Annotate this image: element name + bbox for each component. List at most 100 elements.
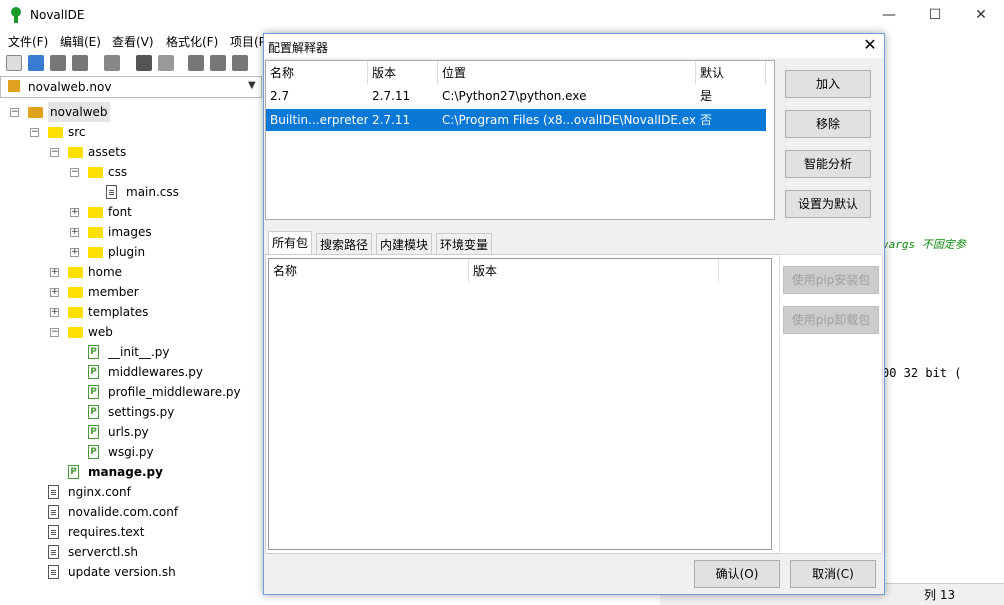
table-row[interactable]: Builtin...erpreter 2.7.11 C:\Program Fil… xyxy=(266,109,766,131)
tree-item[interactable]: Purls.py xyxy=(0,422,262,442)
find-icon[interactable] xyxy=(136,55,152,71)
tree-item-label: css xyxy=(108,165,128,179)
maximize-button[interactable]: ☐ xyxy=(912,0,958,30)
ok-button[interactable]: 确认(O) xyxy=(694,560,780,588)
collapse-icon[interactable]: − xyxy=(70,168,79,177)
output-text: 00 32 bit ( xyxy=(882,366,962,380)
menu-project[interactable]: 项目(P xyxy=(230,33,266,50)
tree-item[interactable]: P __init__.py xyxy=(0,342,262,362)
tree-item[interactable]: update version.sh xyxy=(0,562,262,582)
tree-item-label: wsgi.py xyxy=(108,445,154,459)
collapse-icon[interactable]: − xyxy=(50,328,59,337)
tree-item[interactable]: − web xyxy=(0,322,262,342)
python-file-icon: P xyxy=(88,345,99,359)
save-all-icon[interactable] xyxy=(72,55,88,71)
tab-all-packages[interactable]: 所有包 xyxy=(268,231,313,255)
tree-item[interactable]: − assets xyxy=(0,142,262,162)
print-icon[interactable] xyxy=(104,55,120,71)
tree-item[interactable]: main.css xyxy=(0,182,262,202)
tree-item[interactable]: Pwsgi.py xyxy=(0,442,262,462)
tree-item[interactable]: serverctl.sh xyxy=(0,542,262,562)
pip-install-button[interactable]: 使用pip安装包 xyxy=(783,266,879,294)
tree-item[interactable]: nginx.conf xyxy=(0,482,262,502)
smart-analyze-button[interactable]: 智能分析 xyxy=(785,150,871,178)
tree-item[interactable]: + images xyxy=(0,222,262,242)
copy-icon[interactable] xyxy=(210,55,226,71)
maximize-icon: ☐ xyxy=(928,7,942,23)
close-window-button[interactable]: ✕ xyxy=(958,0,1004,30)
tree-item[interactable]: + member xyxy=(0,282,262,302)
tree-item-label: nginx.conf xyxy=(68,485,131,499)
interpreter-list: 名称 版本 位置 默认 2.7 2.7.11 C:\Python27\pytho… xyxy=(265,60,775,220)
tree-item-label: assets xyxy=(88,145,127,159)
expand-icon[interactable]: + xyxy=(70,208,79,217)
cell-location: C:\Python27\python.exe xyxy=(442,89,587,103)
tree-item-label: __init__.py xyxy=(108,345,170,359)
new-file-icon[interactable] xyxy=(6,55,22,71)
chevron-down-icon[interactable]: ▼ xyxy=(248,80,256,91)
tree-item-label: templates xyxy=(88,305,149,319)
paste-icon[interactable] xyxy=(232,55,248,71)
menu-file[interactable]: 文件(F) xyxy=(8,33,48,50)
expand-icon[interactable]: + xyxy=(50,268,59,277)
tree-item-label: settings.py xyxy=(108,405,175,419)
tree-item[interactable]: − novalweb xyxy=(0,102,262,122)
expand-icon[interactable]: + xyxy=(70,228,79,237)
tree-item[interactable]: + home xyxy=(0,262,262,282)
tab-builtin-modules[interactable]: 内建模块 xyxy=(376,233,433,255)
menu-view[interactable]: 查看(V) xyxy=(112,33,154,50)
expand-icon[interactable]: + xyxy=(70,248,79,257)
add-button[interactable]: 加入 xyxy=(785,70,871,98)
collapse-icon[interactable]: − xyxy=(10,108,19,117)
minimize-button[interactable]: — xyxy=(866,0,912,30)
set-default-button[interactable]: 设置为默认 xyxy=(785,190,871,218)
tree-item[interactable]: Pprofile_middleware.py xyxy=(0,382,262,402)
open-file-icon[interactable] xyxy=(28,55,44,71)
menu-format[interactable]: 格式化(F) xyxy=(166,33,218,50)
remove-button[interactable]: 移除 xyxy=(785,110,871,138)
cell-name: 2.7 xyxy=(270,89,290,103)
tree-item-label: novalide.com.conf xyxy=(68,505,179,519)
column-header-location[interactable]: 位置 xyxy=(438,61,696,85)
tree-item[interactable]: requires.text xyxy=(0,522,262,542)
expand-icon[interactable]: + xyxy=(50,308,59,317)
dialog-title: 配置解释器 xyxy=(268,41,329,55)
preview-icon[interactable] xyxy=(158,55,174,71)
tree-item[interactable]: novalide.com.conf xyxy=(0,502,262,522)
cut-icon[interactable] xyxy=(188,55,204,71)
pip-uninstall-button[interactable]: 使用pip卸载包 xyxy=(783,306,879,334)
collapse-icon[interactable]: − xyxy=(30,128,39,137)
tab-environment[interactable]: 环境变量 xyxy=(436,233,493,255)
column-header-name[interactable]: 名称 xyxy=(269,259,469,283)
folder-icon xyxy=(68,287,83,298)
tree-item[interactable]: Psettings.py xyxy=(0,402,262,422)
column-header-name[interactable]: 名称 xyxy=(266,61,368,85)
tree-item[interactable]: + templates xyxy=(0,302,262,322)
column-header-version[interactable]: 版本 xyxy=(368,61,438,85)
tree-item-label: home xyxy=(88,265,123,279)
expand-icon[interactable]: + xyxy=(50,288,59,297)
configure-interpreter-dialog: 配置解释器 ✕ 名称 版本 位置 默认 2.7 2.7.11 C:\Python… xyxy=(263,33,885,595)
dialog-close-button[interactable]: ✕ xyxy=(860,36,880,56)
cancel-button[interactable]: 取消(C) xyxy=(790,560,876,588)
tree-item-label: web xyxy=(88,325,113,339)
tree-item[interactable]: + font xyxy=(0,202,262,222)
table-row[interactable]: 2.7 2.7.11 C:\Python27\python.exe 是 xyxy=(266,85,766,107)
tree-item[interactable]: Pmiddlewares.py xyxy=(0,362,262,382)
tree-item[interactable]: − css xyxy=(0,162,262,182)
column-header-version[interactable]: 版本 xyxy=(469,259,719,283)
project-tree: − novalweb − src − assets − css main.css + font + im… xyxy=(0,102,262,582)
collapse-icon[interactable]: − xyxy=(50,148,59,157)
save-icon[interactable] xyxy=(50,55,66,71)
python-file-icon: P xyxy=(88,365,99,379)
tab-search-path[interactable]: 搜索路径 xyxy=(316,233,373,255)
tree-item[interactable]: − src xyxy=(0,122,262,142)
column-header-default[interactable]: 默认 xyxy=(696,61,766,85)
file-icon xyxy=(48,485,59,499)
folder-icon xyxy=(68,267,83,278)
tree-item[interactable]: + plugin xyxy=(0,242,262,262)
status-column: 列 13 xyxy=(924,588,956,602)
tree-item[interactable]: Pmanage.py xyxy=(0,462,262,482)
project-icon xyxy=(28,107,43,118)
menu-edit[interactable]: 编辑(E) xyxy=(60,33,101,50)
